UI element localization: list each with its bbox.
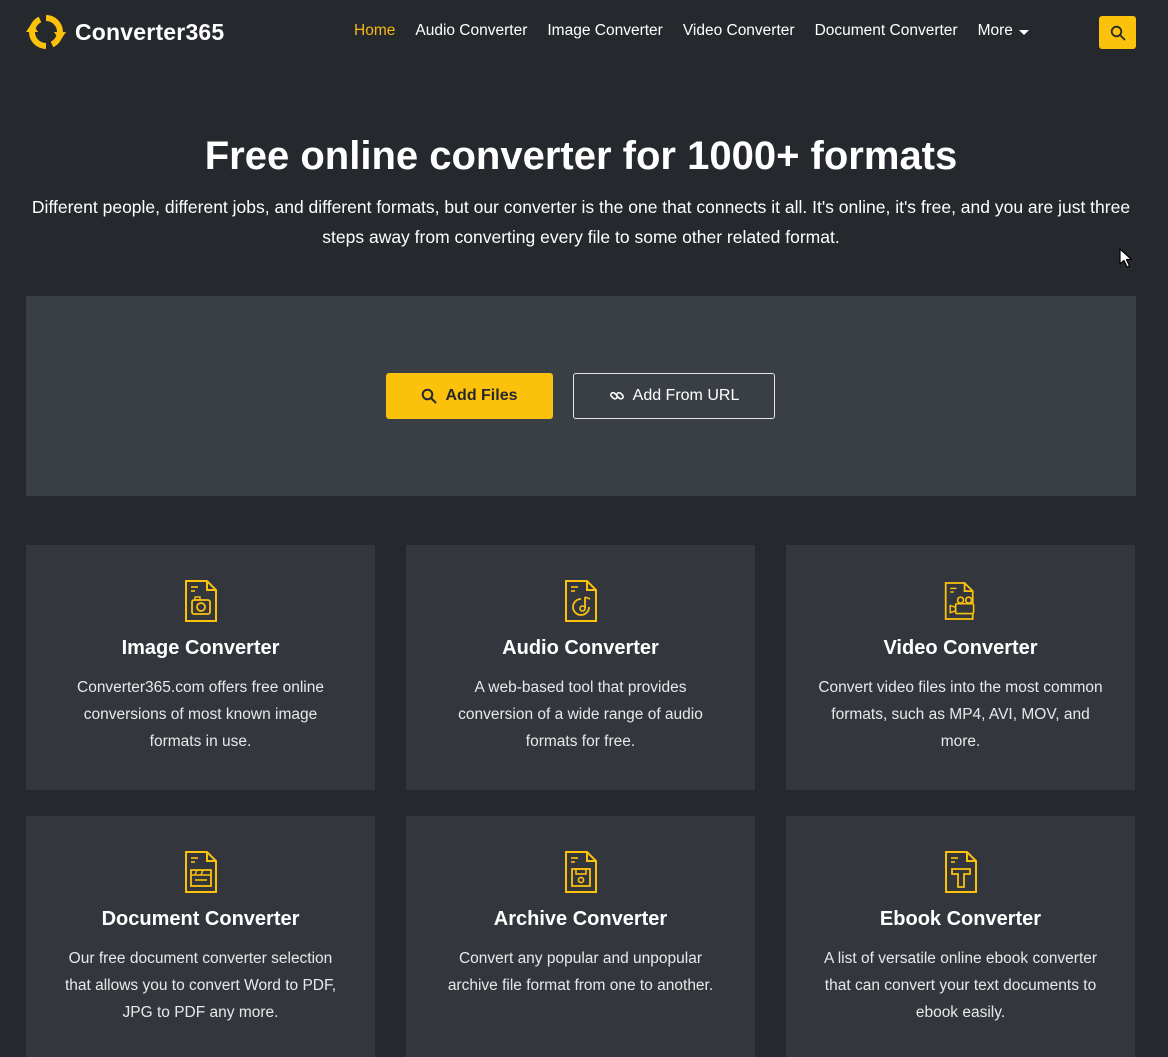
- brand-name: Converter365: [75, 18, 225, 45]
- nav-document-converter[interactable]: Document Converter: [815, 22, 958, 40]
- search-icon: [422, 388, 437, 404]
- page-subtitle: Different people, different jobs, and di…: [31, 197, 1131, 247]
- page-title: Free online converter for 1000+ formats: [204, 134, 958, 178]
- nav-more-label: More: [977, 22, 1013, 39]
- card-title: Archive Converter: [493, 908, 668, 930]
- brand-logo[interactable]: Converter365: [25, 12, 224, 52]
- card-title: Audio Converter: [502, 637, 659, 659]
- card-description: Convert any popular and unpopular archiv…: [447, 950, 714, 994]
- add-from-url-label: Add From URL: [632, 387, 740, 404]
- site-header: Converter365 Home Audio Converter Image …: [0, 0, 1168, 66]
- nav-more-dropdown[interactable]: More: [978, 22, 1029, 40]
- upload-panel: Add Files Add From URL: [26, 296, 1136, 496]
- card-description: A list of versatile online ebook convert…: [823, 950, 1098, 1021]
- nav-video-converter[interactable]: Video Converter: [683, 22, 795, 40]
- nav-audio-converter[interactable]: Audio Converter: [415, 22, 527, 40]
- card-description: Convert video files into the most common…: [818, 679, 1103, 750]
- card-title: Image Converter: [121, 637, 280, 659]
- card-title: Document Converter: [101, 908, 300, 930]
- card-archive-converter[interactable]: Archive Converter Convert any popular an…: [406, 816, 755, 1057]
- card-description: Our free document converter selection th…: [64, 950, 337, 1021]
- card-video-converter[interactable]: Video Converter Convert video files into…: [786, 545, 1135, 790]
- audio-file-icon: [565, 580, 597, 622]
- archive-file-icon: [565, 851, 597, 893]
- nav-image-converter[interactable]: Image Converter: [547, 22, 662, 40]
- card-ebook-converter[interactable]: Ebook Converter A list of versatile onli…: [786, 816, 1135, 1057]
- ebook-file-icon: [945, 851, 977, 893]
- mouse-cursor-icon: [1119, 248, 1133, 268]
- card-title: Ebook Converter: [879, 908, 1042, 930]
- document-file-icon: [185, 851, 217, 893]
- card-title: Video Converter: [883, 637, 1038, 659]
- card-image-converter[interactable]: Image Converter Converter365.com offers …: [26, 545, 375, 790]
- refresh-logo-icon: [26, 15, 66, 49]
- link-icon: [609, 391, 624, 400]
- add-from-url-button[interactable]: Add From URL: [573, 373, 775, 419]
- search-button[interactable]: [1099, 16, 1136, 49]
- add-files-button[interactable]: Add Files: [386, 373, 553, 419]
- image-file-icon: [185, 580, 217, 622]
- card-document-converter[interactable]: Document Converter Our free document con…: [26, 816, 375, 1057]
- card-description: A web-based tool that provides conversio…: [458, 679, 703, 750]
- nav-home[interactable]: Home: [354, 22, 395, 40]
- caret-down-icon: [1018, 29, 1029, 35]
- add-files-label: Add Files: [445, 387, 518, 404]
- video-file-icon: [944, 582, 975, 620]
- card-description: Converter365.com offers free online conv…: [77, 679, 324, 750]
- card-audio-converter[interactable]: Audio Converter A web-based tool that pr…: [406, 545, 755, 790]
- search-icon: [1110, 25, 1125, 40]
- main-nav: Home Audio Converter Image Converter Vid…: [354, 22, 1049, 40]
